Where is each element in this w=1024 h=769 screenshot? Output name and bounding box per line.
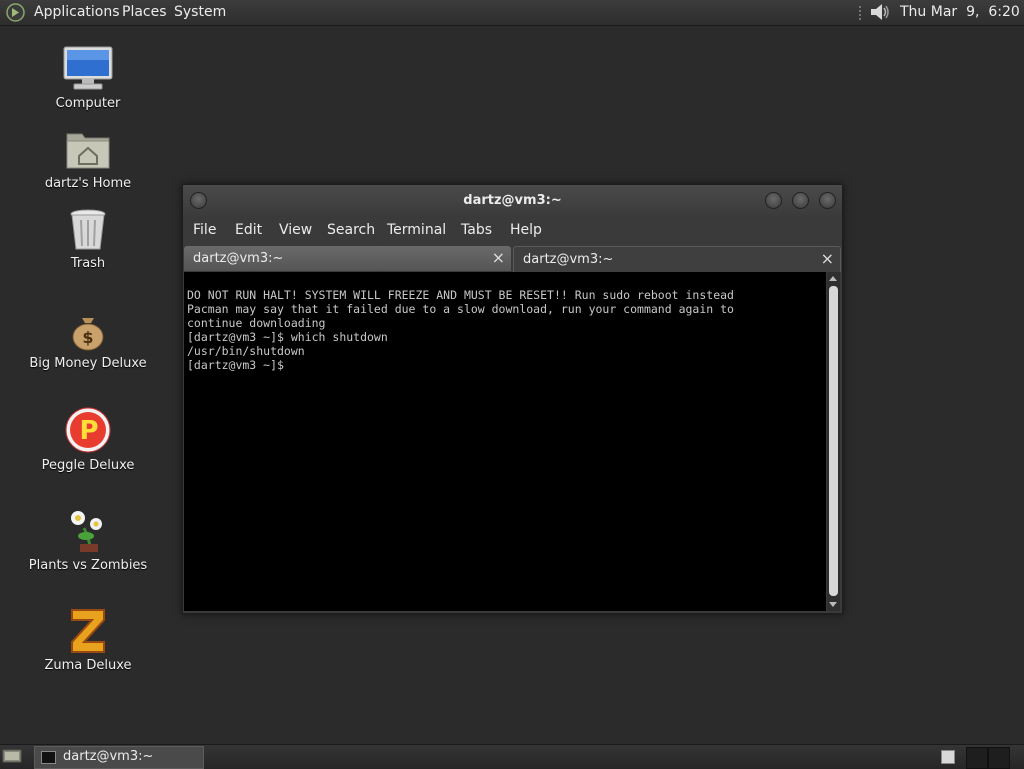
window-titlebar[interactable]: dartz@vm3:~ — [183, 185, 842, 216]
terminal-scrollbar[interactable] — [827, 272, 840, 611]
desktop-icon-big-money-deluxe[interactable]: $ Big Money Deluxe — [28, 310, 148, 371]
tab-label: dartz@vm3:~ — [523, 252, 614, 267]
money-bag-icon: $ — [72, 318, 104, 351]
system-menu[interactable]: System — [174, 4, 226, 20]
desktop-icon-label: Plants vs Zombies — [28, 558, 148, 573]
scroll-up-arrow-icon[interactable] — [829, 276, 837, 281]
terminal-line: DO NOT RUN HALT! SYSTEM WILL FREEZE AND … — [187, 288, 734, 302]
tab-close-icon[interactable]: × — [821, 249, 834, 268]
terminal-output[interactable]: DO NOT RUN HALT! SYSTEM WILL FREEZE AND … — [184, 272, 826, 611]
plants-vs-zombies-icon — [71, 511, 102, 552]
terminal-window[interactable]: dartz@vm3:~ File Edit View Search Termin… — [182, 184, 843, 614]
desktop-icon-label: Trash — [70, 256, 106, 271]
desktop-icon-label: Zuma Deluxe — [44, 658, 132, 673]
scrollbar-thumb[interactable] — [829, 286, 838, 596]
clock[interactable]: Thu Mar 9, 6:20 PM — [900, 4, 1024, 20]
peggle-icon: P — [65, 407, 111, 453]
menu-help[interactable]: Help — [510, 222, 542, 238]
tab-close-icon[interactable]: × — [492, 248, 505, 267]
menubar: File Edit View Search Terminal Tabs Help — [183, 216, 842, 244]
trash-icon — [70, 209, 106, 250]
volume-icon[interactable] — [868, 1, 892, 23]
desktop-icon-home[interactable]: dartz's Home — [28, 128, 148, 191]
bottom-panel: dartz@vm3:~ — [0, 744, 1024, 769]
zuma-icon — [71, 609, 105, 653]
tab-label: dartz@vm3:~ — [193, 251, 284, 266]
tab-2[interactable]: dartz@vm3:~ × — [513, 246, 841, 272]
scroll-down-arrow-icon[interactable] — [829, 602, 837, 607]
terminal-line: /usr/bin/shutdown — [187, 344, 305, 358]
applications-menu[interactable]: Applications — [34, 4, 120, 20]
desktop-icon-trash[interactable]: Trash — [28, 208, 148, 271]
taskbar-item-terminal[interactable]: dartz@vm3:~ — [34, 746, 204, 769]
desktop-icon-computer[interactable]: Computer — [28, 44, 148, 111]
home-folder-icon — [66, 133, 110, 169]
tab-bar: dartz@vm3:~ × dartz@vm3:~ × — [183, 244, 842, 272]
menu-edit[interactable]: Edit — [235, 222, 262, 238]
menu-view[interactable]: View — [279, 222, 312, 238]
minimize-button[interactable] — [765, 192, 782, 209]
terminal-prompt: [dartz@vm3 ~]$ — [187, 358, 291, 372]
tab-1[interactable]: dartz@vm3:~ × — [184, 246, 511, 271]
maximize-button[interactable] — [792, 192, 809, 209]
workspace-3[interactable] — [988, 747, 1010, 769]
desktop-icon-peggle-deluxe[interactable]: P Peggle Deluxe — [28, 406, 148, 473]
places-menu[interactable]: Places — [122, 4, 167, 20]
menu-file[interactable]: File — [193, 222, 216, 238]
workspace-1[interactable] — [941, 750, 955, 764]
desktop-icon-label: Peggle Deluxe — [41, 458, 135, 473]
svg-text:$: $ — [82, 328, 93, 347]
desktop-icon-label: Computer — [55, 96, 121, 111]
terminal-line: Pacman may say that it failed due to a s… — [187, 302, 734, 316]
desktop-icon-label: Big Money Deluxe — [29, 356, 147, 371]
menu-tabs[interactable]: Tabs — [461, 222, 492, 238]
desktop-icon-plants-vs-zombies[interactable]: Plants vs Zombies — [28, 506, 148, 573]
terminal-line: [dartz@vm3 ~]$ which shutdown — [187, 330, 388, 344]
terminal-line: continue downloading — [187, 316, 326, 330]
computer-icon — [63, 46, 113, 90]
menu-terminal[interactable]: Terminal — [387, 222, 446, 238]
show-desktop-icon[interactable] — [2, 748, 22, 764]
taskbar-item-label: dartz@vm3:~ — [63, 749, 154, 764]
distro-logo-icon[interactable] — [6, 3, 25, 22]
top-panel: Applications Places System Thu Mar 9, 6:… — [0, 0, 1024, 26]
window-title: dartz@vm3:~ — [463, 193, 562, 208]
close-button[interactable] — [819, 192, 836, 209]
terminal-icon — [41, 751, 56, 764]
svg-text:P: P — [79, 416, 98, 446]
desktop-icon-label: dartz's Home — [44, 176, 132, 191]
menu-search[interactable]: Search — [327, 222, 375, 238]
desktop-icon-zuma-deluxe[interactable]: Zuma Deluxe — [28, 606, 148, 673]
workspace-2[interactable] — [966, 747, 988, 769]
panel-handle — [859, 6, 861, 20]
